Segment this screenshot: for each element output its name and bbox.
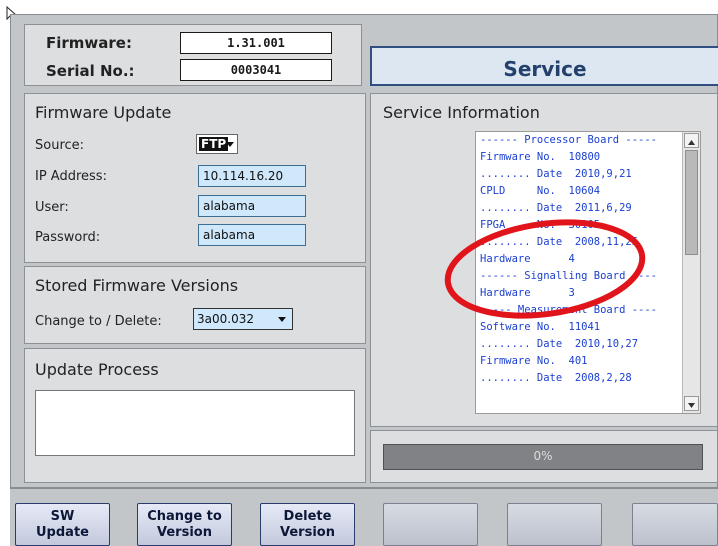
service-information-title: Service Information [383, 103, 540, 122]
stored-versions-panel: Stored Firmware Versions Change to / Del… [24, 266, 366, 344]
service-info-line: CPLD No. 10604 [480, 185, 601, 197]
softkey-6-button[interactable] [632, 503, 718, 546]
firmware-label: Firmware: [46, 34, 132, 52]
delete-version-button[interactable]: Delete Version [260, 503, 355, 546]
scrollbar[interactable] [682, 132, 700, 413]
change-version-label-line2: Version [157, 525, 212, 540]
user-input[interactable]: alabama [198, 195, 306, 217]
update-process-title: Update Process [35, 360, 159, 379]
service-info-line: ------ Processor Board ----- [480, 134, 658, 146]
version-select-value: 3a00.032 [197, 312, 254, 326]
arrow-down-icon [688, 403, 695, 408]
ip-address-input[interactable]: 10.114.16.20 [198, 165, 306, 187]
service-info-line: ........ Date 2008,2,28 [480, 372, 632, 384]
firmware-version-field: 1.31.001 [180, 32, 332, 54]
chevron-down-icon [278, 317, 286, 322]
source-select[interactable]: FTP [196, 134, 238, 154]
source-label: Source: [35, 138, 85, 153]
progress-bar: 0% [383, 444, 703, 470]
change-delete-label: Change to / Delete: [35, 314, 162, 329]
device-header-panel: Firmware: 1.31.001 Serial No.: 0003041 [24, 24, 362, 86]
serial-number-field: 0003041 [180, 59, 332, 81]
stored-versions-title: Stored Firmware Versions [35, 276, 239, 295]
bottom-toolbar [10, 488, 718, 546]
user-label: User: [35, 200, 69, 215]
service-info-listbox[interactable]: ------ Processor Board ----- Firmware No.… [475, 131, 701, 414]
firmware-update-title: Firmware Update [35, 103, 172, 122]
page-title: Service [503, 57, 587, 81]
service-info-lines: ------ Processor Board ----- Firmware No.… [480, 132, 657, 387]
softkey-5-button[interactable] [507, 503, 602, 546]
firmware-update-panel: Firmware Update Source: FTP IP Address: … [24, 93, 366, 263]
password-input[interactable]: alabama [198, 224, 306, 246]
progress-label: 0% [533, 449, 553, 463]
scroll-thumb[interactable] [685, 150, 698, 255]
progress-panel: 0% [370, 430, 718, 483]
service-info-line: ........ Date 2010,9,21 [480, 168, 632, 180]
update-process-panel: Update Process [24, 348, 366, 483]
scroll-down-button[interactable] [684, 396, 699, 411]
service-info-line: FPGA No. 30105 [480, 219, 601, 231]
service-info-line: ........ Date 2010,10,27 [480, 338, 639, 350]
scroll-up-button[interactable] [684, 133, 699, 148]
service-info-line: Software No. 11041 [480, 321, 601, 333]
service-information-panel: Service Information ------ Processor Boa… [370, 93, 718, 427]
sw-update-label-line1: SW [50, 509, 75, 524]
service-info-line: ----- Measurement Board ---- [480, 304, 658, 316]
ip-address-label: IP Address: [35, 169, 107, 184]
chevron-down-icon [226, 142, 234, 147]
softkey-4-button[interactable] [383, 503, 478, 546]
service-info-line: Firmware No. 401 [480, 355, 588, 367]
delete-version-label-line1: Delete [283, 509, 332, 524]
arrow-up-icon [688, 140, 695, 145]
service-info-line: Hardware 3 [480, 287, 575, 299]
source-value: FTP [199, 137, 229, 151]
service-info-line: ------ Signalling Board ---- [480, 270, 658, 282]
service-info-line: Hardware 4 [480, 253, 575, 265]
delete-version-label-line2: Version [280, 525, 335, 540]
change-to-version-button[interactable]: Change to Version [137, 503, 232, 546]
service-info-line: Firmware No. 10800 [480, 151, 601, 163]
sw-update-button[interactable]: SW Update [15, 503, 110, 546]
service-title-tab: Service [370, 46, 718, 86]
change-version-label-line1: Change to [147, 509, 222, 524]
serial-number-label: Serial No.: [46, 62, 135, 80]
update-process-log [35, 390, 355, 456]
service-info-line: ........ Date 2011,6,29 [480, 202, 632, 214]
password-label: Password: [35, 230, 101, 245]
service-info-line: ........ Date 2008,11,25 [480, 236, 639, 248]
sw-update-label-line2: Update [36, 525, 89, 540]
version-select[interactable]: 3a00.032 [193, 308, 293, 330]
